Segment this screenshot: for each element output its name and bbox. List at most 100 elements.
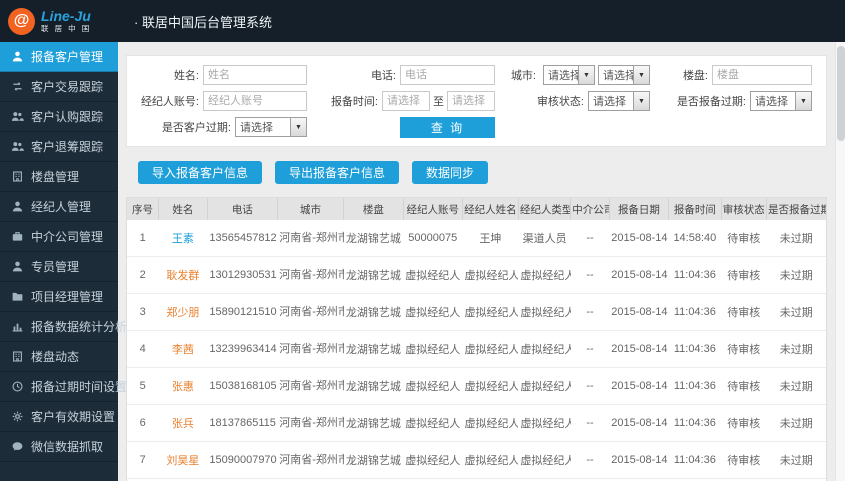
column-header: 姓名 [158,198,208,220]
cell-report_expired: 未过期 [766,367,826,405]
cell-agent_name: 虚拟经纪人 [462,330,519,368]
cell-audit_status: 待审核 [721,256,767,294]
customer-name-link[interactable]: 王素 [172,233,194,245]
audit-status-select[interactable]: 请选择 ▼ [588,91,650,111]
sidebar-item-2[interactable]: 客户认购跟踪 [0,102,118,132]
sidebar-item-10[interactable]: 楼盘动态 [0,342,118,372]
sidebar-item-label: 经纪人管理 [31,200,92,214]
column-header: 经纪人姓名 [462,198,519,220]
sidebar-item-13[interactable]: 微信数据抓取 [0,432,118,462]
cell-agent_name: 虚拟经纪人 [462,256,519,294]
cell-agent_name: 虚拟经纪人 [462,367,519,405]
vertical-scrollbar[interactable] [835,42,845,481]
cell-property: 龙湖锦艺城 [343,404,404,442]
phone-input[interactable] [400,65,495,85]
filter-label: 是否报备过期: [676,96,746,108]
sidebar-item-label: 楼盘管理 [31,170,80,184]
logo-text: Line-Ju 联 居 中 国 [41,8,92,33]
agent-account-input[interactable] [203,91,307,111]
cell-name: 李茜 [158,330,208,368]
sidebar-item-label: 微信数据抓取 [31,440,104,454]
name-input[interactable] [203,65,307,85]
cell-phone: 13565457812 [207,220,278,257]
scrollbar-thumb[interactable] [837,46,845,141]
folder-icon [11,290,24,303]
column-header: 城市 [277,198,345,220]
sidebar-item-label: 中介公司管理 [31,230,104,244]
select-value: 请选择 [603,70,633,82]
report-customer-table: 序号姓名电话城市楼盘经纪人账号经纪人姓名经纪人类型中介公司报备日期报备时间审核状… [127,198,826,481]
column-header: 报备日期 [609,198,670,220]
cell-agent_name: 虚拟经纪人 [462,293,519,331]
cell-phone: 15038168105 [207,367,278,405]
building-icon [11,350,24,363]
column-header: 是否报备过期 [766,198,826,220]
sidebar-item-5[interactable]: 经纪人管理 [0,192,118,222]
cell-name: 张惠 [158,367,208,405]
sidebar-item-3[interactable]: 客户退筹跟踪 [0,132,118,162]
table-row: 3郑少朋15890121510河南省-郑州市 -新郑市龙湖锦艺城虚拟经纪人虚拟经… [127,293,826,331]
cell-agent_type: 虚拟经纪人 [518,367,571,405]
filter-label: 审核状态: [536,96,584,108]
property-input[interactable] [712,65,812,85]
sidebar-item-8[interactable]: 项目经理管理 [0,282,118,312]
sidebar-item-7[interactable]: 专员管理 [0,252,118,282]
select-value: 请选择 [593,96,626,108]
chevron-down-icon: ▼ [795,92,811,110]
cell-name: 刘昊星 [158,441,208,479]
city-city-select[interactable]: 请选择 ▼ [598,65,650,85]
cell-agent_account: 50000075 [403,220,463,257]
cell-phone: 15090007970 [207,441,278,479]
cell-name: 郑少朋 [158,293,208,331]
customer-name-link[interactable]: 耿发群 [166,270,199,282]
brand-subtitle: 联 居 中 国 [41,23,92,33]
sidebar-item-4[interactable]: 楼盘管理 [0,162,118,192]
filter-panel: 姓名:电话:城市:请选择▼请选择▼楼盘:经纪人账号:报备时间:至审核状态:请选择… [126,55,827,147]
column-header: 经纪人类型 [518,198,572,220]
sidebar-item-label: 项目经理管理 [31,290,104,304]
cell-agency: -- [570,256,610,294]
customer-name-link[interactable]: 李茜 [172,344,194,356]
city-province-select[interactable]: 请选择 ▼ [543,65,595,85]
cell-agent_type: 虚拟经纪人 [518,404,571,442]
report-expired-select[interactable]: 请选择 ▼ [750,91,812,111]
report-time-start-input[interactable] [382,91,430,111]
import-report-customers-button[interactable]: 导入报备客户信息 [138,161,263,184]
customer-name-link[interactable]: 刘昊星 [166,455,199,467]
report-time-end-input[interactable] [447,91,495,111]
action-buttons-bar: 导入报备客户信息 导出报备客户信息 数据同步 [126,161,827,184]
cell-report_date: 2015-08-14 [609,330,669,368]
chevron-down-icon: ▼ [633,92,649,110]
cell-name: 耿发群 [158,256,208,294]
customer-name-link[interactable]: 郑少朋 [166,307,199,319]
export-report-customers-button[interactable]: 导出报备客户信息 [275,161,400,184]
customer-name-link[interactable]: 张惠 [172,381,194,393]
cell-audit_status: 待审核 [721,441,767,479]
data-sync-button[interactable]: 数据同步 [412,161,489,184]
cell-agency: -- [570,441,610,479]
cell-property: 龙湖锦艺城 [343,256,404,294]
cell-seq: 4 [127,330,159,368]
chevron-down-icon: ▼ [578,66,594,84]
cell-report_date: 2015-08-14 [609,404,669,442]
table-row: 5张惠15038168105河南省-郑州市 -新郑市龙湖锦艺城虚拟经纪人虚拟经纪… [127,367,826,405]
search-button[interactable]: 查 询 [400,116,495,138]
cell-city: 河南省-郑州市 -新郑市 [277,441,344,479]
cell-report_time: 11:04:36 [668,293,722,331]
sidebar-item-1[interactable]: 客户交易跟踪 [0,72,118,102]
filter-label: 楼盘: [682,70,708,82]
sidebar-item-12[interactable]: 客户有效期设置 [0,402,118,432]
sidebar-item-9[interactable]: 报备数据统计分析 [0,312,127,342]
select-value: 请选择 [755,96,788,108]
sidebar-item-11[interactable]: 报备过期时间设置 [0,372,127,402]
sidebar-item-6[interactable]: 中介公司管理 [0,222,118,252]
sidebar-item-label: 报备数据统计分析 [31,320,128,334]
cell-report_date: 2015-08-14 [609,220,669,257]
filter-label: 经纪人账号: [140,96,199,108]
customer-name-link[interactable]: 张兵 [172,418,194,430]
customer-expired-select[interactable]: 请选择 ▼ [235,117,307,137]
cell-city: 河南省-郑州市 -新郑市 [277,330,344,368]
sidebar-item-0[interactable]: 报备客户管理 [0,42,118,72]
cell-audit_status: 待审核 [721,330,767,368]
cell-seq: 3 [127,293,159,331]
